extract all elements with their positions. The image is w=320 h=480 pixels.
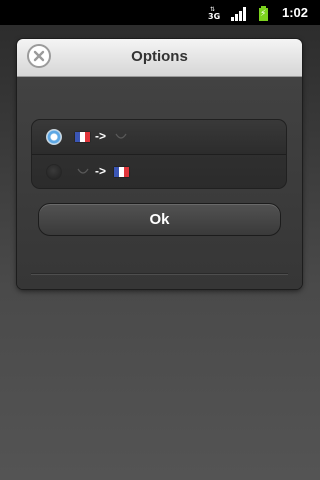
flag-unknown-icon (77, 168, 89, 174)
dialog-divider (31, 273, 288, 275)
status-bar: ⇅ 3G ⚡ 1:02 (0, 0, 320, 25)
flag-france-icon (75, 132, 90, 142)
radio-selected[interactable] (46, 129, 62, 145)
flag-france-icon (114, 167, 129, 177)
arrow-label: -> (95, 129, 107, 143)
network-3g-icon: ⇅ 3G (208, 7, 222, 21)
options-dialog: Options -> -> Ok (17, 39, 302, 289)
option-france-to-unknown[interactable]: -> (32, 120, 286, 155)
dialog-header: Options (17, 39, 302, 77)
signal-strength-icon (231, 7, 247, 21)
dialog-body: -> -> Ok (17, 77, 302, 289)
network-type-label: 3G (208, 12, 221, 21)
direction-radio-group: -> -> (32, 120, 286, 188)
ok-button[interactable]: Ok (38, 203, 281, 236)
option-unknown-to-france[interactable]: -> (32, 155, 286, 188)
flag-unknown-icon (115, 133, 127, 139)
arrow-label: -> (95, 164, 107, 178)
clock: 1:02 (282, 5, 309, 20)
dialog-title: Options (131, 48, 188, 65)
radio-unselected[interactable] (46, 164, 62, 180)
battery-charging-icon: ⚡ (259, 6, 268, 21)
